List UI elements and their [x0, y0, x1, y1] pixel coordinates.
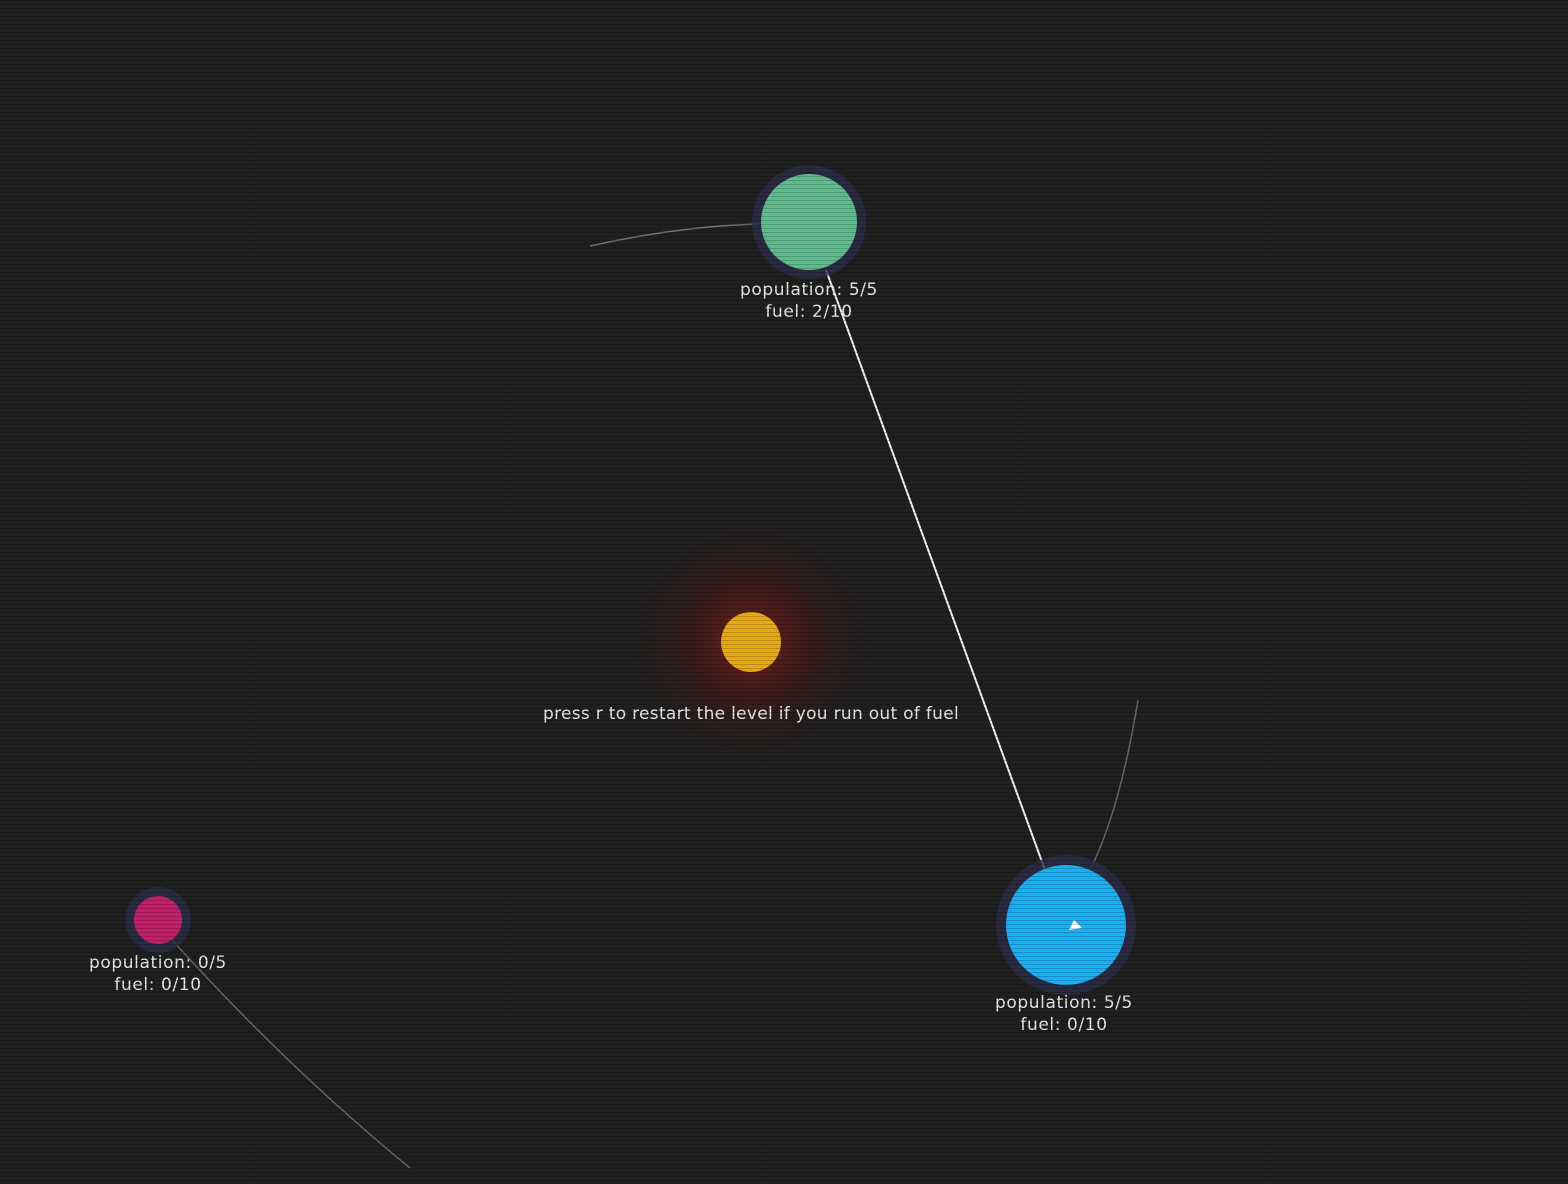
planet-blue-fuel: fuel: 0/10	[1020, 1015, 1108, 1035]
planet-magenta[interactable]	[125, 887, 191, 953]
planet-magenta-stats: population: 0/5 fuel: 0/10	[89, 952, 227, 996]
restart-hint: press r to restart the level if you run …	[542, 704, 960, 724]
sun	[721, 612, 781, 672]
planet-blue[interactable]	[996, 855, 1136, 995]
solar-system-scene	[125, 165, 1139, 1169]
planet-green-fuel: fuel: 2/10	[765, 302, 853, 322]
orbit-trail-green	[589, 223, 761, 247]
planet-green-population: population: 5/5	[740, 280, 878, 300]
planet-blue-population: population: 5/5	[995, 993, 1133, 1013]
game-canvas[interactable]: population: 5/5 fuel: 2/10 population: 5…	[0, 0, 1568, 1184]
planet-magenta-population: population: 0/5	[89, 953, 227, 973]
planet-green-stats: population: 5/5 fuel: 2/10	[740, 279, 878, 323]
planet-magenta-fuel: fuel: 0/10	[114, 975, 202, 995]
planet-blue-stats: population: 5/5 fuel: 0/10	[995, 992, 1133, 1036]
orbit-trail-blue	[1089, 699, 1139, 871]
planet-green[interactable]	[752, 165, 866, 279]
